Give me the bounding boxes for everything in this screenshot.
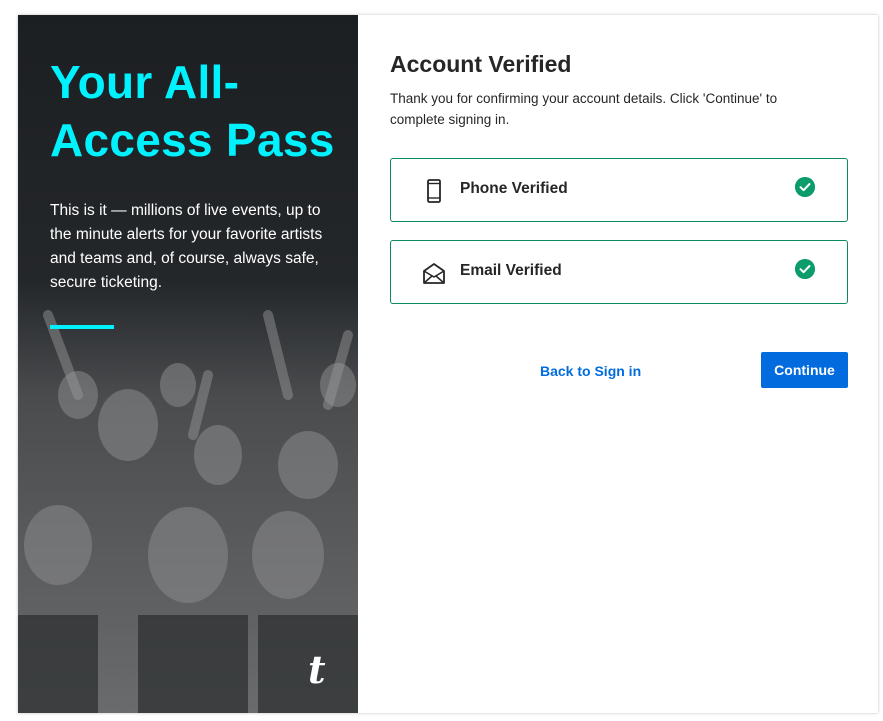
page-subtitle: Thank you for confirming your account de… [390, 91, 778, 127]
continue-button[interactable]: Continue [761, 352, 848, 388]
check-circle-icon [795, 177, 815, 197]
main-content: Account Verified Thank you for confirmin… [390, 15, 848, 713]
promo-panel: Your All-Access Pass This is it — millio… [18, 15, 358, 713]
email-verified-card: Email Verified [390, 240, 848, 304]
check-circle-icon [795, 259, 815, 279]
accent-divider [50, 325, 114, 329]
phone-icon [427, 179, 441, 203]
page-title: Account Verified [390, 51, 572, 77]
verification-card: Your All-Access Pass This is it — millio… [18, 15, 878, 713]
promo-description: This is it — millions of live events, up… [50, 202, 323, 291]
email-verified-label: Email Verified [460, 262, 562, 279]
phone-verified-card: Phone Verified [390, 158, 848, 222]
envelope-icon [423, 263, 445, 284]
promo-title: Your All-Access Pass [50, 56, 335, 166]
back-to-sign-in-link[interactable]: Back to Sign in [540, 363, 641, 379]
phone-verified-label: Phone Verified [460, 180, 568, 197]
ticketmaster-logo: t [308, 647, 326, 692]
